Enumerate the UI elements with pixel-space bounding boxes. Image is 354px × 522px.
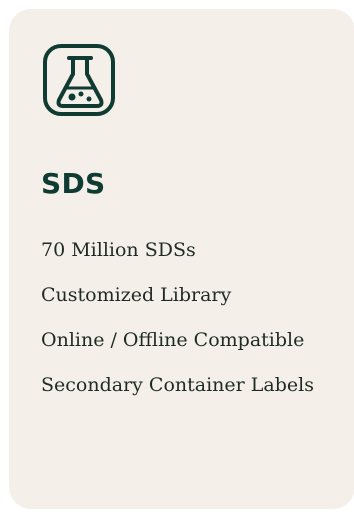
feature-item: 70 Million SDSs [41,239,196,261]
feature-list: 70 Million SDSs Customized Library Onlin… [41,236,341,416]
card-title: SDS [41,167,106,200]
sds-feature-card: SDS 70 Million SDSs Customized Library O… [9,9,354,509]
feature-item: Secondary Container Labels [41,374,314,396]
feature-item: Customized Library [41,284,232,306]
flask-icon [41,42,119,120]
feature-item: Online / Offline Compatible [41,329,305,351]
